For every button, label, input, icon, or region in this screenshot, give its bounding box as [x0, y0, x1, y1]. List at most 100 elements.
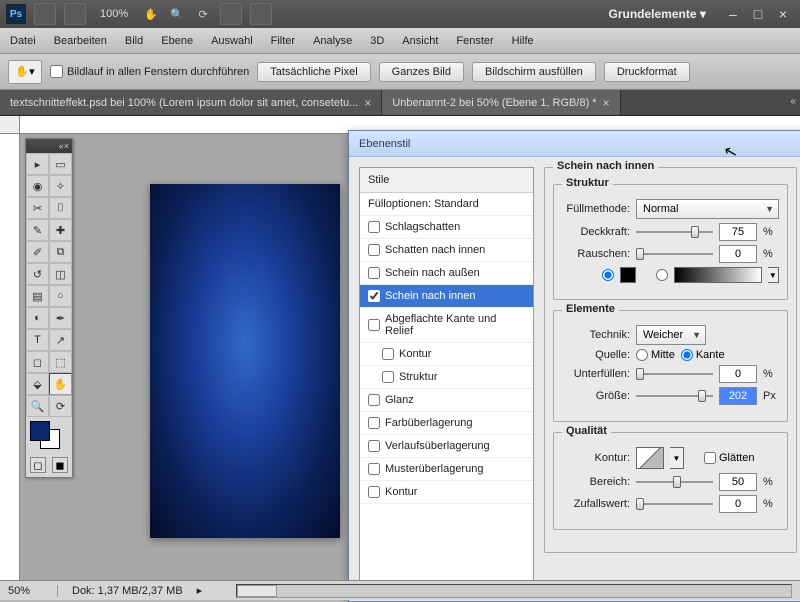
current-tool-indicator[interactable]: ✋▾	[8, 60, 42, 84]
eyedropper-tool[interactable]: ✎	[26, 219, 49, 241]
effect-checkbox[interactable]	[382, 371, 394, 383]
effect-row-11[interactable]: Kontur	[360, 481, 533, 504]
glow-gradient-swatch[interactable]	[674, 267, 762, 283]
effect-row-1[interactable]: Schatten nach innen	[360, 239, 533, 262]
menu-bild[interactable]: Bild	[125, 35, 143, 47]
styles-header[interactable]: Stile	[360, 168, 533, 193]
effect-row-5[interactable]: Kontur	[360, 343, 533, 366]
gradient-dropdown-button[interactable]: ▼	[768, 267, 779, 283]
crop-tool[interactable]: ✂	[26, 197, 49, 219]
doc-info[interactable]: Dok: 1,37 MB/2,37 MB	[72, 585, 183, 597]
effect-checkbox[interactable]	[368, 394, 380, 406]
dialog-titlebar[interactable]: Ebenenstil	[349, 131, 800, 157]
blend-mode-select[interactable]: Normal▼	[636, 199, 779, 219]
range-slider[interactable]	[636, 475, 713, 489]
minimize-button[interactable]: –	[726, 6, 740, 22]
menu-ebene[interactable]: Ebene	[161, 35, 193, 47]
effect-checkbox[interactable]	[368, 221, 380, 233]
effect-checkbox[interactable]	[368, 319, 380, 331]
noise-slider[interactable]	[636, 247, 713, 261]
effect-checkbox[interactable]	[382, 348, 394, 360]
close-icon[interactable]: ×	[603, 96, 610, 110]
effect-row-9[interactable]: Verlaufsüberlagerung	[360, 435, 533, 458]
jitter-field[interactable]	[719, 495, 757, 513]
size-field[interactable]	[719, 387, 757, 405]
effect-row-2[interactable]: Schein nach außen	[360, 262, 533, 285]
opacity-slider[interactable]	[636, 225, 713, 239]
choke-field[interactable]	[719, 365, 757, 383]
effect-row-6[interactable]: Struktur	[360, 366, 533, 389]
healing-tool[interactable]: ✚	[49, 219, 72, 241]
slice-tool[interactable]: ⌷	[49, 197, 72, 219]
workspace-switcher[interactable]: Grundelemente ▾	[600, 7, 713, 21]
brush-tool[interactable]: ✐	[26, 241, 49, 263]
effect-row-10[interactable]: Musterüberlagerung	[360, 458, 533, 481]
fill-screen-button[interactable]: Bildschirm ausfüllen	[472, 62, 596, 82]
ruler-vertical[interactable]	[0, 134, 20, 580]
dodge-tool[interactable]: ◐	[26, 307, 49, 329]
tab-overflow-button[interactable]: «	[790, 96, 796, 107]
wand-tool[interactable]: ✧	[49, 175, 72, 197]
menu-bearbeiten[interactable]: Bearbeiten	[54, 35, 107, 47]
color-radio[interactable]	[602, 269, 614, 281]
eraser-tool[interactable]: ◫	[49, 263, 72, 285]
close-button[interactable]: ×	[776, 6, 790, 22]
3d-tool[interactable]: ⬚	[49, 351, 72, 373]
blur-tool[interactable]: ○	[49, 285, 72, 307]
contour-dropdown-button[interactable]: ▼	[670, 447, 684, 469]
type-tool[interactable]: T	[26, 329, 49, 351]
maximize-button[interactable]: □	[751, 6, 765, 22]
doc-tab-0[interactable]: textschnitteffekt.psd bei 100% (Lorem ip…	[0, 90, 382, 115]
marquee-tool[interactable]: ▭	[49, 153, 72, 175]
horizontal-scrollbar[interactable]	[236, 584, 792, 598]
3d-camera-tool[interactable]: ⬙	[26, 373, 49, 395]
hand-tool[interactable]: ✋	[49, 373, 72, 395]
bridge-button[interactable]	[34, 3, 56, 25]
effect-checkbox[interactable]	[368, 463, 380, 475]
source-edge-radio[interactable]: Kante	[681, 349, 725, 361]
menu-fenster[interactable]: Fenster	[456, 35, 493, 47]
antialias-checkbox[interactable]: Glätten	[704, 452, 754, 464]
contour-picker[interactable]	[636, 447, 664, 469]
scroll-all-checkbox[interactable]: Bildlauf in allen Fenstern durchführen	[50, 65, 249, 78]
zoom-icon[interactable]: 🔍	[168, 5, 186, 23]
rotate-icon[interactable]: ⟳	[194, 5, 212, 23]
screenmode-button[interactable]	[250, 3, 272, 25]
gradient-radio[interactable]	[656, 269, 668, 281]
quickmask-button[interactable]: ◼	[52, 457, 68, 473]
effect-row-8[interactable]: Farbüberlagerung	[360, 412, 533, 435]
jitter-slider[interactable]	[636, 497, 713, 511]
ruler-origin[interactable]	[0, 116, 20, 134]
menu-analyse[interactable]: Analyse	[313, 35, 352, 47]
close-icon[interactable]: ×	[364, 96, 371, 110]
effect-row-0[interactable]: Schlagschatten	[360, 216, 533, 239]
tools-close-icon[interactable]: ×	[64, 141, 69, 151]
size-slider[interactable]	[636, 389, 713, 403]
doc-info-menu-icon[interactable]: ▸	[197, 584, 203, 597]
menu-hilfe[interactable]: Hilfe	[512, 35, 534, 47]
technique-select[interactable]: Weicher▼	[636, 325, 706, 345]
shape-tool[interactable]: ◻	[26, 351, 49, 373]
history-brush-tool[interactable]: ↺	[26, 263, 49, 285]
lasso-tool[interactable]: ◉	[26, 175, 49, 197]
effect-row-7[interactable]: Glanz	[360, 389, 533, 412]
effect-checkbox[interactable]	[368, 244, 380, 256]
zoom-field[interactable]: 50%	[8, 585, 58, 597]
arrange-button[interactable]	[220, 3, 242, 25]
foreground-color[interactable]	[30, 421, 50, 441]
print-size-button[interactable]: Druckformat	[604, 62, 690, 82]
layout-button[interactable]	[64, 3, 86, 25]
effect-checkbox[interactable]	[368, 486, 380, 498]
menu-datei[interactable]: Datei	[10, 35, 36, 47]
noise-field[interactable]	[719, 245, 757, 263]
effect-checkbox[interactable]	[368, 440, 380, 452]
range-field[interactable]	[719, 473, 757, 491]
menu-3d[interactable]: 3D	[370, 35, 384, 47]
pen-tool[interactable]: ✒	[49, 307, 72, 329]
opacity-field[interactable]	[719, 223, 757, 241]
doc-tab-1[interactable]: Unbenannt-2 bei 50% (Ebene 1, RGB/8) *×	[382, 90, 620, 115]
effect-checkbox[interactable]	[368, 267, 380, 279]
blending-options-row[interactable]: Fülloptionen: Standard	[360, 193, 533, 216]
stamp-tool[interactable]: ⧉	[49, 241, 72, 263]
effect-row-3[interactable]: Schein nach innen	[360, 285, 533, 308]
